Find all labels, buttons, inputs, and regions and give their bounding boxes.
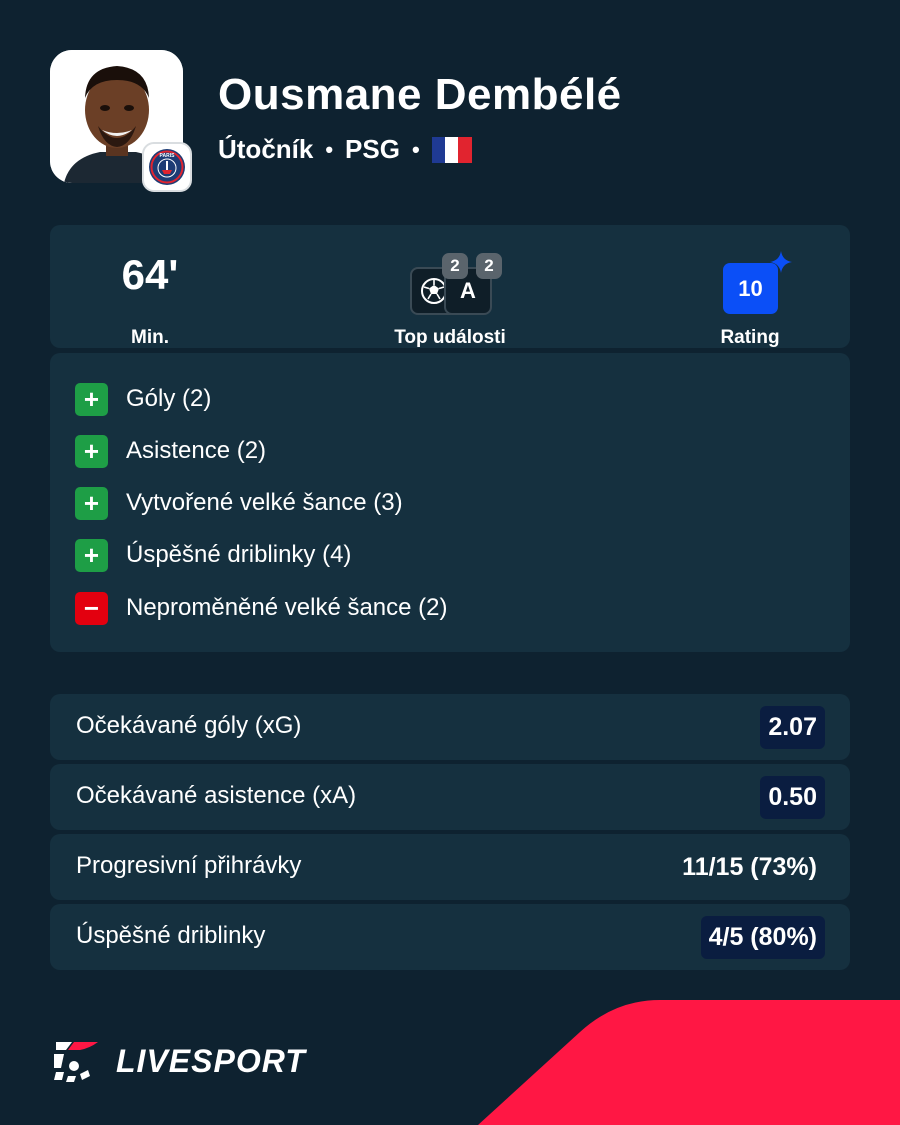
minus-icon: −	[75, 591, 108, 625]
brand-name: LIVESPORT	[116, 1042, 306, 1079]
psg-crest-icon: PARIS	[149, 149, 185, 185]
plus-icon: +	[75, 486, 108, 520]
stat-label: Úspěšné driblinky	[76, 922, 266, 949]
meta-separator: •	[411, 136, 420, 162]
stat-row-xg: Očekávané góly (xG) 2.07	[50, 694, 850, 760]
highlight-text: Neproměněné velké šance (2)	[126, 594, 448, 621]
highlight-text: Vytvořené velké šance (3)	[126, 489, 403, 516]
top-events-label: Top události	[394, 327, 506, 348]
highlight-text: Góly (2)	[126, 385, 212, 412]
highlight-item: + Vytvořené velké šance (3)	[75, 486, 403, 520]
livesport-logo-icon	[54, 1042, 98, 1082]
player-name: Ousmane Dembélé	[218, 70, 622, 119]
stat-row-dribbles: Úspěšné driblinky 4/5 (80%)	[50, 904, 850, 970]
sparkle-star-icon	[770, 251, 792, 273]
player-header: PARIS Ousmane Dembélé Útočník • PSG •	[50, 50, 850, 192]
brand-logo: LIVESPORT	[50, 1038, 306, 1084]
stat-label: Očekávané góly (xG)	[76, 712, 302, 739]
match-summary-panel: 64' Min. A 2 2 Top události 10 Rating	[50, 225, 850, 348]
assists-count-badge: 2	[476, 253, 502, 279]
highlight-item: − Neproměněné velké šance (2)	[75, 591, 448, 625]
stat-row-xa: Očekávané asistence (xA) 0.50	[50, 764, 850, 830]
highlight-text: Úspěšné driblinky (4)	[126, 541, 352, 568]
stat-row-progressive-passes: Progresivní přihrávky 11/15 (73%)	[50, 834, 850, 900]
france-flag-icon	[431, 136, 472, 163]
club-badge: PARIS	[142, 142, 192, 192]
plus-icon: +	[75, 434, 108, 468]
minutes-label: Min.	[131, 327, 169, 348]
assist-letter: A	[460, 278, 476, 303]
highlight-item: + Úspěšné driblinky (4)	[75, 538, 351, 572]
player-club: PSG	[345, 134, 400, 164]
plus-icon: +	[75, 382, 108, 416]
stat-value: 2.07	[760, 706, 825, 749]
highlight-text: Asistence (2)	[126, 437, 267, 464]
highlights-panel: + Góly (2) + Asistence (2) + Vytvořené v…	[50, 353, 850, 652]
stat-label: Očekávané asistence (xA)	[76, 782, 357, 809]
goals-count-badge: 2	[442, 253, 468, 279]
stat-value: 0.50	[760, 776, 825, 819]
highlight-item: + Asistence (2)	[75, 434, 266, 468]
plus-icon: +	[75, 538, 108, 572]
player-meta: Útočník • PSG •	[218, 134, 472, 165]
stat-label: Progresivní přihrávky	[76, 852, 302, 879]
stat-value: 11/15 (73%)	[682, 853, 817, 881]
minutes-value: 64'	[121, 251, 179, 298]
meta-separator: •	[325, 136, 334, 162]
stat-value: 4/5 (80%)	[700, 916, 825, 959]
top-events-icons: A 2 2	[350, 249, 550, 315]
highlight-item: + Góly (2)	[75, 382, 211, 416]
rating-label: Rating	[720, 327, 780, 348]
club-badge-text: PARIS	[160, 153, 176, 159]
player-position: Útočník	[218, 134, 314, 164]
